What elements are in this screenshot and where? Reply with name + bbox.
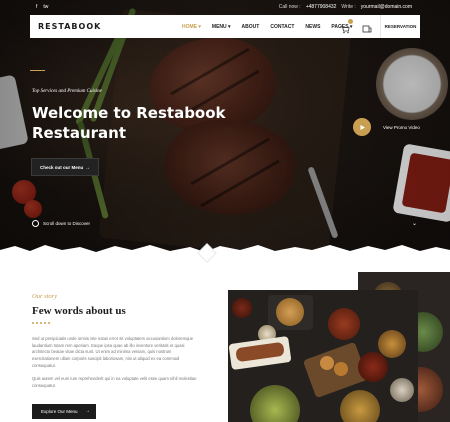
arrow-right-icon: → <box>85 165 90 171</box>
twitter-icon[interactable]: tw <box>43 4 48 10</box>
arrow-right-icon: → <box>85 408 90 414</box>
top-bar: f tw Call now : +4877908432 Write : your… <box>0 0 450 14</box>
nav-item-menu[interactable]: MENU ▾ <box>212 24 231 30</box>
nav-item-about[interactable]: ABOUT <box>242 24 260 30</box>
facebook-icon[interactable]: f <box>36 4 37 10</box>
nav-item-label: HOME <box>182 24 197 30</box>
torn-edge-divider <box>0 245 450 255</box>
nav-icons <box>340 19 372 34</box>
hero-accent-line <box>30 70 45 71</box>
play-video-button[interactable] <box>353 118 371 136</box>
explore-menu-label: Explore Our Menu <box>41 409 78 414</box>
nav-item-contact[interactable]: CONTACT <box>270 24 294 30</box>
chevron-down-icon[interactable]: ⌄ <box>412 220 417 227</box>
hero-title-line: Restaurant <box>32 124 126 142</box>
email-link[interactable]: yourmail@domain.com <box>361 4 412 10</box>
check-menu-button[interactable]: Check out our Menu → <box>31 158 99 176</box>
about-paragraph: Sed ut perspiciatis unde omnis iste natu… <box>32 336 194 368</box>
nav-item-home[interactable]: HOME ▾ <box>182 24 201 30</box>
scroll-icon <box>32 220 39 227</box>
cart-icon[interactable] <box>340 19 353 34</box>
main-menu: HOME ▾ MENU ▾ ABOUT CONTACT NEWS PAGES ▾ <box>182 24 363 30</box>
hero-subtitle: Top Services and Premium Cuisine <box>32 89 102 94</box>
user-icon[interactable] <box>362 21 372 33</box>
title-separator-dots <box>32 322 50 324</box>
social-links: f tw <box>36 4 48 10</box>
scroll-down-link[interactable]: Scroll down to Discover <box>32 220 90 227</box>
about-title: Few words about us <box>32 305 126 317</box>
cart-badge <box>348 19 353 24</box>
about-eyebrow: Our story <box>32 293 58 300</box>
scroll-down-label: Scroll down to Discover <box>43 221 91 226</box>
hero-title-line: Welcome to Restabook <box>32 104 226 122</box>
about-paragraph: Quis autem vel eum iure reprehenderit qu… <box>32 376 197 388</box>
contact-info: Call now : +4877908432 Write : yourmail@… <box>279 4 412 10</box>
phone-link[interactable]: +4877908432 <box>306 4 337 10</box>
page: f tw Call now : +4877908432 Write : your… <box>0 0 450 422</box>
nav-item-label: MENU <box>211 24 227 30</box>
play-icon <box>360 124 365 130</box>
nav-item-news[interactable]: NEWS <box>305 24 320 30</box>
main-navbar: RESTABOOK HOME ▾ MENU ▾ ABOUT CONTACT NE… <box>30 15 420 38</box>
food-photo-main <box>228 290 418 422</box>
write-label: Write : <box>341 4 356 10</box>
explore-menu-button[interactable]: Explore Our Menu → <box>32 404 96 419</box>
hero-title: Welcome to Restabook Restaurant <box>32 103 242 143</box>
promo-video-label[interactable]: View Promo Video <box>383 125 420 130</box>
site-logo[interactable]: RESTABOOK <box>38 22 101 31</box>
check-menu-label: Check out our Menu <box>40 164 84 170</box>
reservation-button[interactable]: RESERVATION <box>380 15 420 38</box>
call-label: Call now : <box>278 4 301 10</box>
